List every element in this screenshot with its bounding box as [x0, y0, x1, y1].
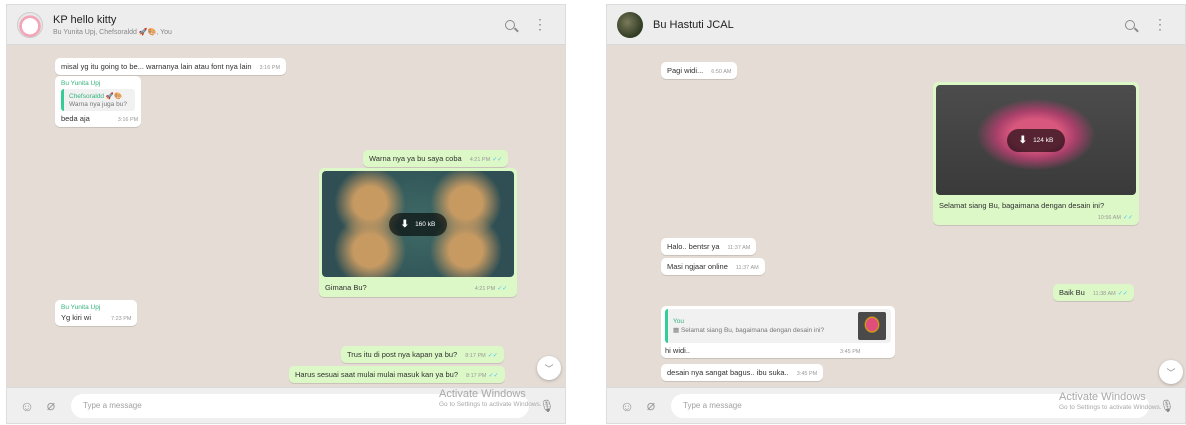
message-input[interactable] [71, 393, 529, 418]
message-time: 6:50 AM [711, 69, 732, 75]
quoted-text: Selamat siang Bu, bagaimana dengan desai… [680, 327, 825, 334]
image-icon: ▦ [673, 327, 681, 334]
search-icon[interactable] [495, 17, 525, 33]
message-text: hi widi.. [665, 346, 691, 355]
double-check-icon: ✓✓ [1122, 215, 1133, 221]
attach-icon[interactable]: ⌀ [39, 397, 63, 414]
chat-title: KP hello kitty [53, 13, 117, 26]
menu-icon[interactable]: ⋮ [1145, 16, 1175, 33]
message-incoming[interactable]: Bu Yunita Upj Yg kiri wi 7:23 PM [55, 300, 137, 326]
contact-avatar[interactable] [617, 11, 643, 38]
message-time: 8:17 PM [466, 373, 487, 379]
chat-window-bu-hastuti: Bu Hastuti JCAL ⋮ Pagi widi... 6:50 AM ⬇ 1… [606, 4, 1186, 424]
message-sender: Bu Yunita Upj [61, 304, 101, 311]
message-time: 8:17 PM [465, 353, 486, 359]
scroll-down-button[interactable]: ﹀ [537, 356, 561, 380]
compose-bar: ☺ ⌀ 🎙 [607, 387, 1185, 423]
message-list[interactable]: misal yg itu going to be... warnanya lai… [7, 46, 565, 387]
message-input[interactable] [671, 393, 1149, 418]
quoted-text: Warna nya juga bu? [69, 101, 127, 108]
double-check-icon: ✓✓ [487, 353, 498, 359]
message-time: 3:45 PM [796, 371, 818, 377]
message-incoming[interactable]: Halo.. bentsr ya 11:37 AM [661, 238, 757, 255]
chat-header: Bu Hastuti JCAL ⋮ [607, 5, 1185, 45]
message-text: Masi ngjaar online [667, 262, 728, 271]
quoted-sender: Chefsoraldd 🚀🎨 [69, 93, 123, 100]
message-outgoing[interactable]: Warna nya ya bu saya coba 4:21 PM ✓✓ [363, 150, 509, 167]
message-outgoing[interactable]: Trus itu di post nya kapan ya bu? 8:17 PM… [341, 346, 504, 363]
blurred-image[interactable]: ⬇ 160 kB [322, 171, 514, 277]
message-text: desain nya sangat bagus.. ibu suka.. [667, 368, 789, 377]
chat-participants: Bu Yunita Upj, Chefsoraldd 🚀🎨, You [53, 28, 172, 36]
message-time: 3:45 PM [840, 349, 861, 355]
message-sender: Bu Yunita Upj [61, 80, 101, 87]
file-size: 160 kB [415, 220, 436, 228]
chat-header-info[interactable]: Bu Hastuti JCAL [653, 19, 1115, 31]
message-caption: Gimana Bu? [325, 283, 367, 292]
double-check-icon: ✓✓ [1117, 291, 1128, 297]
emoji-icon[interactable]: ☺ [615, 398, 639, 414]
download-button[interactable]: ⬇ 124 kB [1006, 128, 1066, 152]
message-list[interactable]: Pagi widi... 6:50 AM ⬇ 124 kB Selamat sian… [607, 46, 1185, 387]
message-text: Warna nya ya bu saya coba [369, 154, 462, 163]
chevron-down-icon: ﹀ [544, 363, 554, 374]
message-time: 11:37 AM [735, 265, 759, 271]
message-outgoing-image[interactable]: ⬇ 160 kB Gimana Bu? 4:21 PM ✓✓ [319, 168, 517, 297]
message-text: beda aja [61, 114, 90, 123]
mic-icon[interactable]: 🎙 [1157, 399, 1177, 413]
message-incoming[interactable]: Masi ngjaar online 11:37 AM [661, 258, 765, 275]
message-text: Trus itu di post nya kapan ya bu? [347, 350, 458, 359]
chat-header: KP hello kitty Bu Yunita Upj, Chefsorald… [7, 5, 565, 45]
quoted-message[interactable]: You ▦ Selamat siang Bu, bagaimana dengan… [665, 309, 891, 343]
message-incoming[interactable]: You ▦ Selamat siang Bu, bagaimana dengan… [661, 306, 895, 358]
message-text: Harus sesuai saat mulai mulai masuk kan … [295, 370, 458, 379]
message-incoming[interactable]: desain nya sangat bagus.. ibu suka.. 3:45… [661, 364, 824, 381]
quoted-image-thumbnail [858, 312, 886, 340]
message-time: 11:38 AM [1092, 291, 1116, 297]
message-time: 10:56 AM [1097, 215, 1121, 221]
attach-icon[interactable]: ⌀ [639, 397, 663, 414]
group-avatar[interactable] [17, 11, 43, 38]
message-incoming[interactable]: Bu Yunita Upj Chefsoraldd 🚀🎨 Warna nya j… [55, 76, 141, 127]
mic-icon[interactable]: 🎙 [537, 399, 557, 413]
quoted-message[interactable]: Chefsoraldd 🚀🎨 Warna nya juga bu? [61, 89, 135, 111]
download-icon: ⬇ [400, 218, 410, 230]
message-text: Halo.. bentsr ya [667, 242, 720, 251]
chevron-down-icon: ﹀ [1166, 367, 1176, 378]
message-time: 3:16 PM [259, 65, 281, 71]
search-icon[interactable] [1115, 17, 1145, 33]
file-size: 124 kB [1033, 136, 1054, 144]
chat-title: Bu Hastuti JCAL [653, 18, 734, 31]
compose-bar: ☺ ⌀ 🎙 [7, 387, 565, 423]
menu-icon[interactable]: ⋮ [525, 16, 555, 33]
double-check-icon: ✓✓ [497, 286, 508, 292]
double-check-icon: ✓✓ [492, 157, 503, 163]
quoted-sender: You [673, 318, 684, 325]
message-outgoing[interactable]: Harus sesuai saat mulai mulai masuk kan … [289, 366, 505, 383]
double-check-icon: ✓✓ [488, 373, 499, 379]
message-incoming[interactable]: Pagi widi... 6:50 AM [661, 62, 738, 79]
message-text: Yg kiri wi [61, 313, 92, 322]
message-time: 4:21 PM [474, 286, 496, 292]
message-time: 4:21 PM [469, 157, 491, 163]
chat-header-info[interactable]: KP hello kitty Bu Yunita Upj, Chefsorald… [53, 14, 495, 36]
message-text: misal yg itu going to be... warnanya lai… [61, 62, 252, 71]
message-outgoing[interactable]: Baik Bu 11:38 AM ✓✓ [1053, 284, 1134, 301]
message-outgoing-image[interactable]: ⬇ 124 kB Selamat siang Bu, bagaimana deng… [933, 82, 1139, 225]
message-caption: Selamat siang Bu, bagaimana dengan desai… [939, 201, 1105, 210]
message-time: 3:16 PM [117, 117, 139, 123]
scroll-down-button[interactable]: ﹀ [1159, 360, 1183, 384]
message-time: 11:37 AM [727, 245, 751, 251]
download-icon: ⬇ [1018, 134, 1028, 146]
emoji-icon[interactable]: ☺ [15, 398, 39, 414]
message-time: 7:23 PM [111, 316, 132, 322]
message-text: Baik Bu [1059, 288, 1085, 297]
download-button[interactable]: ⬇ 160 kB [388, 212, 448, 236]
chat-window-kp-hello-kitty: KP hello kitty Bu Yunita Upj, Chefsorald… [6, 4, 566, 424]
message-incoming[interactable]: misal yg itu going to be... warnanya lai… [55, 58, 287, 75]
message-text: Pagi widi... [667, 66, 704, 75]
blurred-image[interactable]: ⬇ 124 kB [936, 85, 1136, 195]
